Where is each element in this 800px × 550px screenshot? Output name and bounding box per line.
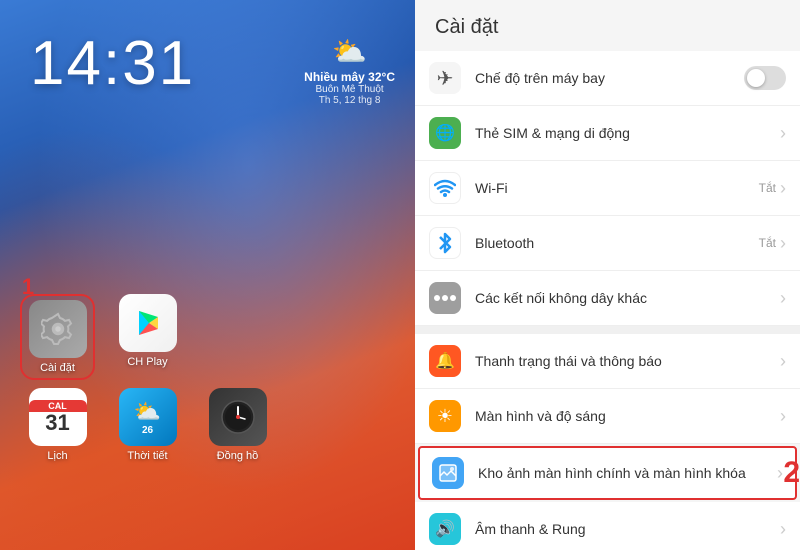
wallpaper-icon	[432, 457, 464, 489]
weather-desc: Buôn Mê Thuột	[304, 84, 395, 95]
network-svg	[433, 290, 457, 306]
app-icon-clock-wrapper[interactable]: Đồng hồ	[200, 388, 275, 462]
settings-item-notification[interactable]: 🔔 Thanh trạng thái và thông báo›	[415, 334, 800, 389]
app-icon-settings-wrapper[interactable]: 1 Cài đặt	[20, 294, 95, 380]
wifi-svg	[434, 179, 456, 197]
wifi-label: Wi-Fi	[475, 179, 759, 197]
homescreen-panel: 14:31 ⛅ Nhiều mây 32°C Buôn Mê Thuột Th …	[0, 0, 415, 550]
clock-app-label: Đồng hồ	[217, 450, 259, 462]
sim-label: Thẻ SIM & mạng di động	[475, 124, 780, 142]
wallpaper-svg	[438, 463, 458, 483]
sim-icon: 🌐	[429, 117, 461, 149]
notification-right: ›	[780, 351, 786, 372]
app-row-1: 1 Cài đặt	[20, 294, 395, 380]
settings-item-airplane[interactable]: ✈ Chế độ trên máy bay	[415, 51, 800, 106]
settings-item-network[interactable]: Các kết nối không dây khác›	[415, 271, 800, 326]
chevron-brightness: ›	[780, 406, 786, 427]
notification-icon: 🔔	[429, 345, 461, 377]
airplane-icon: ✈	[429, 62, 461, 94]
network-icon	[429, 282, 461, 314]
settings-item-brightness[interactable]: ☀ Màn hình và độ sáng›	[415, 389, 800, 444]
bluetooth-right: Tắt ›	[759, 233, 786, 254]
settings-title: Cài đặt	[415, 0, 800, 51]
bluetooth-svg	[437, 231, 453, 255]
sim-right: ›	[780, 123, 786, 144]
chevron-wifi: ›	[780, 178, 786, 199]
airplane-label: Chế độ trên máy bay	[475, 69, 744, 87]
settings-app-icon[interactable]	[29, 300, 87, 358]
step-1-label: 1	[22, 274, 34, 300]
step-2-label: 2	[783, 456, 800, 490]
settings-item-wifi[interactable]: Wi-FiTắt ›	[415, 161, 800, 216]
settings-item-bluetooth[interactable]: BluetoothTắt ›	[415, 216, 800, 271]
settings-panel: Cài đặt ✈ Chế độ trên máy bay 🌐 Thẻ SIM & m…	[415, 0, 800, 550]
weather-widget: ⛅ Nhiều mây 32°C Buôn Mê Thuột Th 5, 12 …	[304, 35, 395, 106]
network-right: ›	[780, 288, 786, 309]
bluetooth-label: Bluetooth	[475, 234, 759, 252]
notification-label: Thanh trạng thái và thông báo	[475, 352, 780, 370]
chplay-app-label: CH Play	[127, 356, 167, 368]
brightness-label: Màn hình và độ sáng	[475, 407, 780, 425]
chevron-bluetooth: ›	[780, 233, 786, 254]
chplay-app-icon[interactable]	[119, 294, 177, 352]
weather-temp: Nhiều mây 32°C	[304, 70, 395, 84]
weather-icon: ⛅	[304, 35, 395, 68]
app-icon-calendar-wrapper[interactable]: CAL 31 Lịch	[20, 388, 95, 462]
clock-app-icon[interactable]	[209, 388, 267, 446]
calendar-app-label: Lịch	[47, 450, 67, 462]
calendar-app-icon[interactable]: CAL 31	[29, 388, 87, 446]
brightness-icon: ☀	[429, 400, 461, 432]
chevron-sim: ›	[780, 123, 786, 144]
sound-label: Âm thanh & Rung	[475, 520, 780, 538]
settings-item-sim[interactable]: 🌐 Thẻ SIM & mạng di động›	[415, 106, 800, 161]
gear-icon	[41, 312, 75, 346]
app-row-2: CAL 31 Lịch ⛅ 26 Thời tiết	[20, 388, 395, 462]
play-store-icon	[130, 305, 166, 341]
toggle-airplane[interactable]	[744, 66, 786, 90]
wifi-right: Tắt ›	[759, 178, 786, 199]
wallpaper-label: Kho ảnh màn hình chính và màn hình khóa	[478, 464, 777, 482]
chevron-sound: ›	[780, 519, 786, 540]
chevron-notification: ›	[780, 351, 786, 372]
app-icon-chplay-wrapper[interactable]: CH Play	[110, 294, 185, 380]
time-display: 14:31	[30, 28, 195, 99]
weather-app-label: Thời tiết	[127, 450, 167, 462]
clock-icon-svg	[220, 399, 256, 435]
app-grid: 1 Cài đặt	[0, 294, 415, 470]
wifi-icon	[429, 172, 461, 204]
right-text-wifi: Tắt	[759, 181, 776, 195]
right-text-bluetooth: Tắt	[759, 236, 776, 250]
settings-item-wallpaper[interactable]: Kho ảnh màn hình chính và màn hình khóa›…	[418, 446, 797, 500]
app-icon-weather-wrapper[interactable]: ⛅ 26 Thời tiết	[110, 388, 185, 462]
wallpaper-right: ›	[777, 463, 783, 484]
airplane-right	[744, 66, 786, 90]
sound-icon: 🔊	[429, 513, 461, 545]
chevron-network: ›	[780, 288, 786, 309]
chevron-wallpaper: ›	[777, 463, 783, 484]
network-label: Các kết nối không dây khác	[475, 289, 780, 307]
settings-app-label: Cài đặt	[40, 362, 75, 374]
weather-date: Th 5, 12 thg 8	[304, 95, 395, 106]
settings-item-sound[interactable]: 🔊 Âm thanh & Rung›	[415, 502, 800, 550]
settings-list: ✈ Chế độ trên máy bay 🌐 Thẻ SIM & mạng di đ…	[415, 51, 800, 550]
settings-divider	[415, 326, 800, 334]
bluetooth-icon	[429, 227, 461, 259]
weather-app-icon[interactable]: ⛅ 26	[119, 388, 177, 446]
brightness-right: ›	[780, 406, 786, 427]
sound-right: ›	[780, 519, 786, 540]
